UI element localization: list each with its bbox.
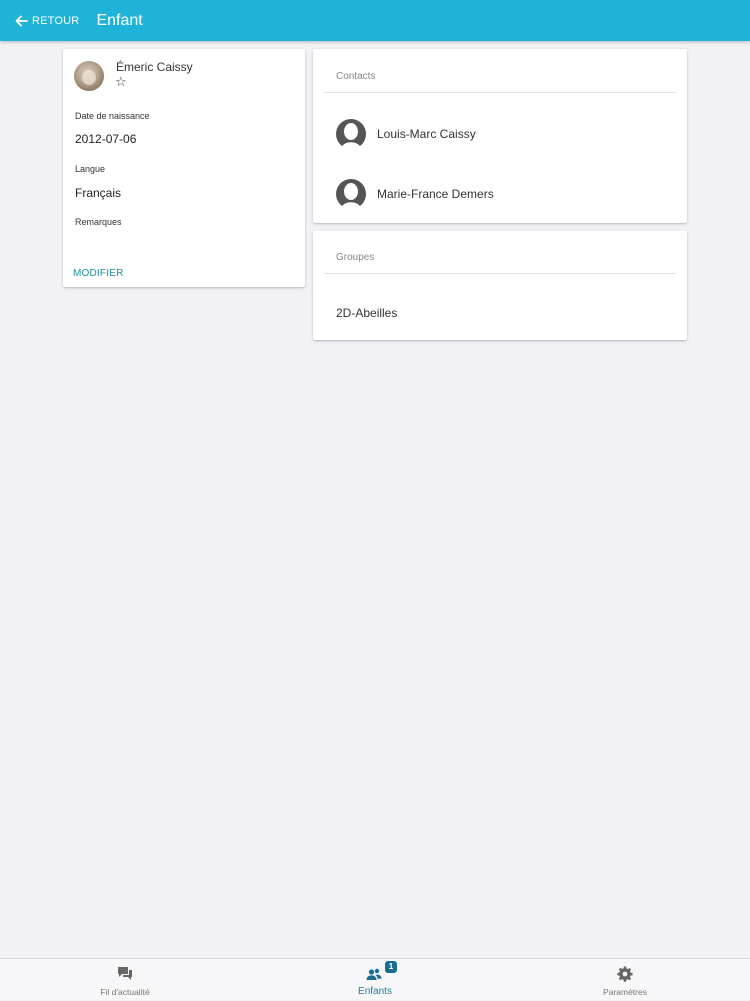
groups-card: Groupes 2D-Abeilles bbox=[313, 231, 687, 340]
child-name: Émeric Caissy bbox=[116, 60, 193, 74]
remarks-label: Remarques bbox=[75, 217, 122, 227]
back-button[interactable]: RETOUR bbox=[14, 0, 79, 41]
groups-section-title: Groupes bbox=[336, 252, 375, 263]
arrow-left-icon bbox=[15, 15, 28, 26]
contact-item[interactable]: Louis-Marc Caissy bbox=[313, 114, 687, 154]
tab-settings[interactable]: Paramètres bbox=[500, 959, 750, 1001]
birth-date-value: 2012-07-06 bbox=[75, 132, 137, 146]
contacts-card: Contacts Louis-Marc Caissy Marie-France … bbox=[313, 49, 687, 223]
contact-item[interactable]: Marie-France Demers bbox=[313, 174, 687, 214]
star-outline-icon[interactable]: ☆ bbox=[115, 75, 127, 89]
person-silhouette-icon bbox=[336, 119, 366, 149]
page-title: Enfant bbox=[96, 11, 143, 29]
back-button-label: RETOUR bbox=[32, 14, 80, 27]
birth-date-label: Date de naissance bbox=[75, 111, 150, 121]
language-value: Français bbox=[75, 186, 122, 200]
child-info-card: Émeric Caissy ☆ Date de naissance 2012-0… bbox=[63, 49, 305, 287]
top-app-bar: RETOUR Enfant bbox=[0, 0, 750, 41]
person-silhouette-icon bbox=[336, 179, 366, 209]
tab-news-feed-label: Fil d'actualité bbox=[100, 987, 150, 997]
gear-icon bbox=[617, 966, 633, 982]
tab-children-label: Enfants bbox=[358, 986, 392, 997]
tab-children[interactable]: 1 Enfants bbox=[250, 959, 500, 1001]
child-avatar bbox=[74, 61, 104, 91]
chat-bubbles-icon bbox=[118, 967, 132, 980]
groups-divider bbox=[324, 273, 676, 274]
contacts-divider bbox=[324, 92, 676, 93]
contacts-section-title: Contacts bbox=[336, 71, 376, 82]
modify-button[interactable]: MODIFIER bbox=[73, 268, 124, 279]
tab-settings-label: Paramètres bbox=[603, 987, 647, 997]
notification-badge: 1 bbox=[385, 961, 397, 973]
tab-news-feed[interactable]: Fil d'actualité bbox=[0, 959, 250, 1001]
contact-name: Marie-France Demers bbox=[377, 187, 494, 201]
language-label: Langue bbox=[75, 164, 106, 174]
bottom-tab-bar: Fil d'actualité 1 Enfants Paramètres bbox=[0, 958, 750, 1000]
people-icon bbox=[366, 968, 382, 980]
group-item[interactable]: 2D-Abeilles bbox=[336, 306, 397, 320]
contact-name: Louis-Marc Caissy bbox=[377, 127, 476, 141]
